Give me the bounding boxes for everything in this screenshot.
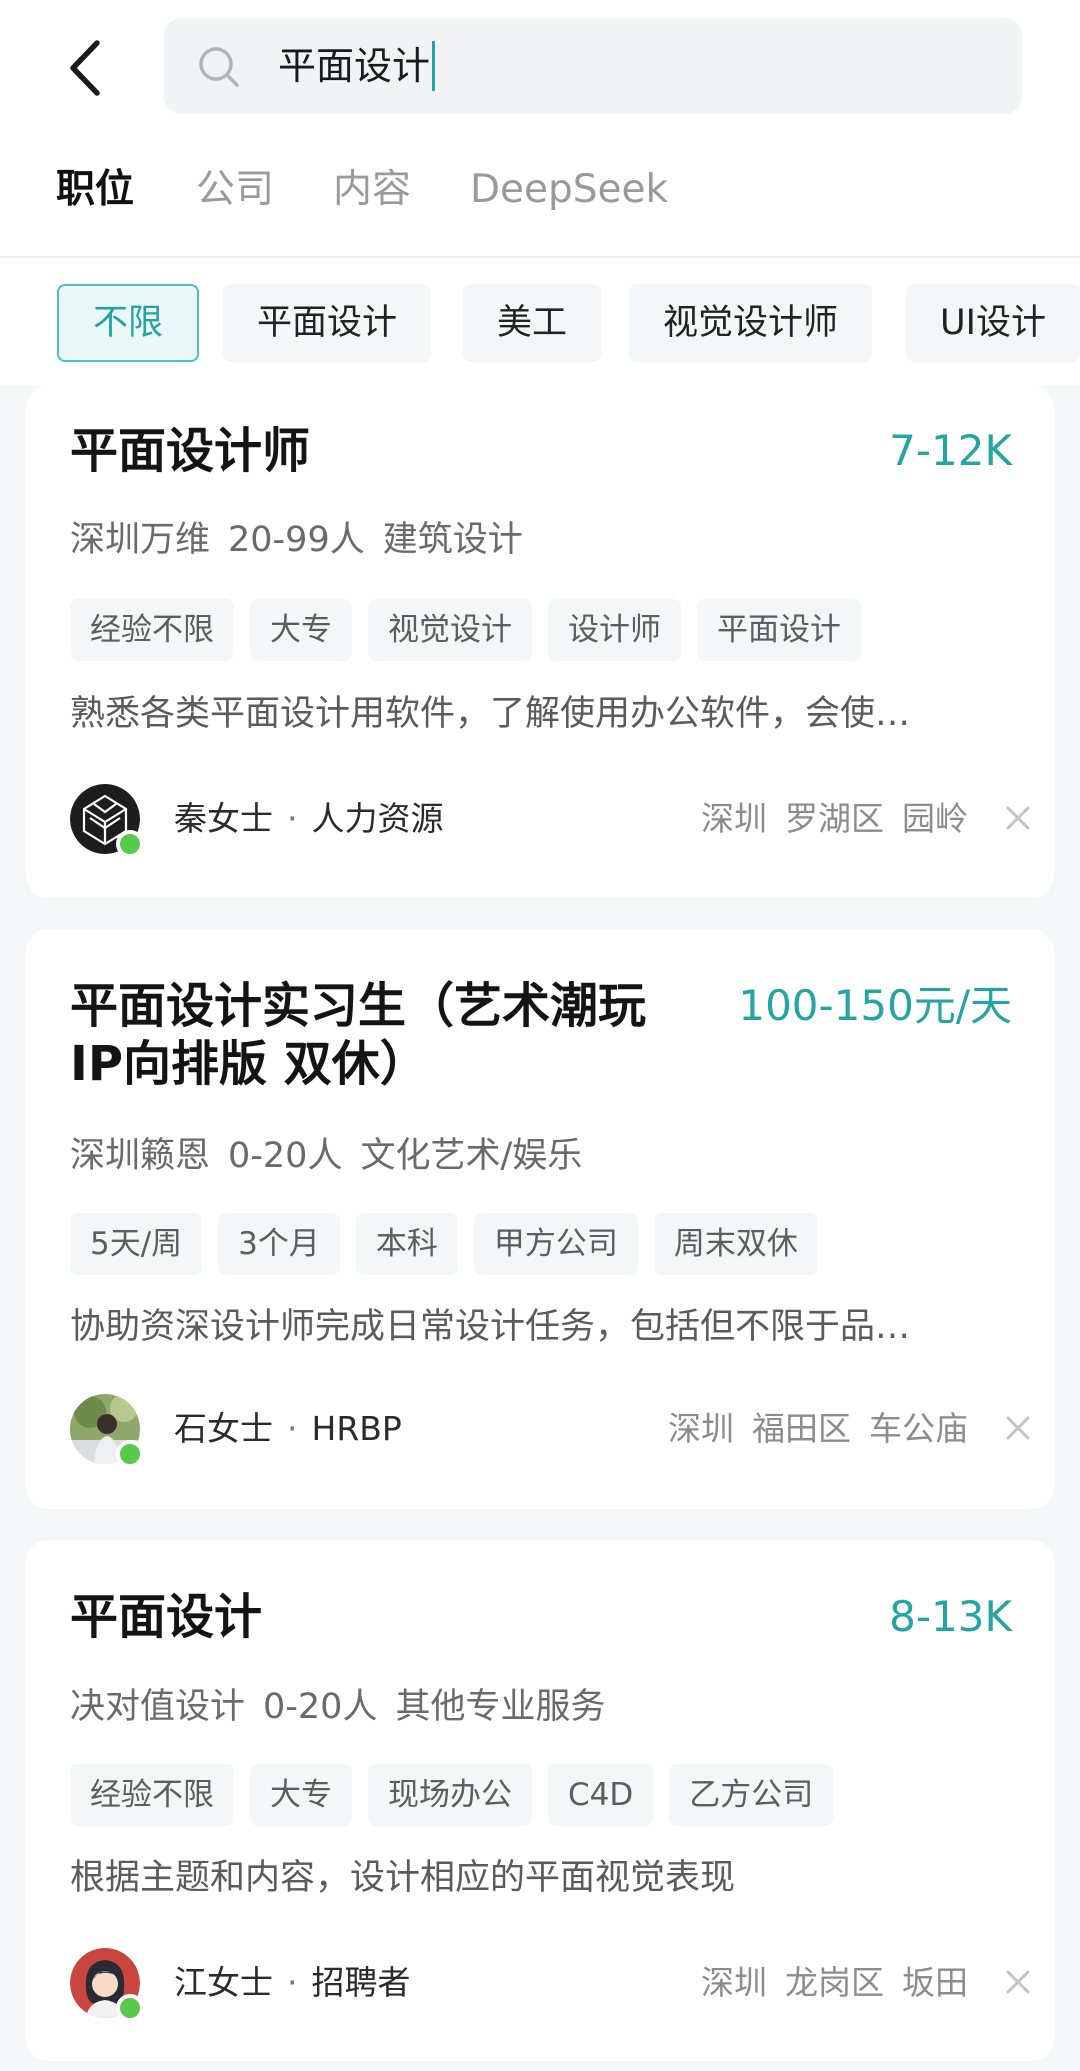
job-title: 平面设计: [70, 1589, 263, 1645]
separator: ·: [287, 1409, 298, 1448]
separator: ·: [287, 1963, 298, 2002]
company-name: 决对值设计: [70, 1687, 246, 1727]
job-salary: 7-12K: [889, 426, 1012, 475]
job-tag: 3个月: [218, 1213, 340, 1275]
job-tag: 视觉设计: [368, 599, 532, 661]
job-card[interactable]: 平面设计实习生（艺术潮玩 IP向排版 双休） 100-150元/天 深圳籁恩 0-…: [26, 929, 1054, 1509]
recruiter-row: 秦女士 · 人力资源 深圳 罗湖区 园岭: [70, 784, 1038, 858]
job-location: 深圳 罗湖区 园岭: [683, 792, 968, 846]
recruiter-name: 石女士: [174, 1409, 273, 1448]
location-district: 福田区: [752, 1409, 851, 1448]
job-tag: 大专: [250, 1764, 352, 1826]
job-tag: 设计师: [548, 599, 681, 661]
company-industry: 建筑设计: [382, 520, 523, 560]
company-info: 深圳籁恩 0-20人 文化艺术/娱乐: [70, 1132, 600, 1180]
location-area: 园岭: [902, 799, 968, 838]
location-city: 深圳: [701, 1963, 767, 2002]
location-city: 深圳: [668, 1409, 734, 1448]
job-tag: 本科: [355, 1213, 458, 1275]
search-query: 平面设计: [278, 44, 431, 88]
company-industry: 其他专业服务: [395, 1687, 606, 1727]
job-description: 协助资深设计师完成日常设计任务，包括但不限于品…: [70, 1307, 911, 1347]
close-icon[interactable]: [998, 1408, 1038, 1448]
job-tags: 5天/周 3个月 本科 甲方公司 周末双休: [70, 1213, 834, 1275]
company-industry: 文化艺术/娱乐: [360, 1136, 583, 1176]
search-input[interactable]: 平面设计: [164, 18, 1022, 114]
job-location: 深圳 福田区 车公庙: [650, 1402, 968, 1456]
job-tag: 现场办公: [368, 1764, 532, 1826]
location-city: 深圳: [701, 799, 767, 838]
recruiter-role: 人力资源: [311, 799, 444, 838]
filter-chip-graphic-design[interactable]: 平面设计: [223, 284, 432, 362]
job-title-line-2: IP向排版 双休）: [70, 1036, 428, 1092]
close-icon[interactable]: [998, 1962, 1038, 2002]
recruiter-name: 江女士: [174, 1963, 273, 2002]
location-area: 车公庙: [869, 1409, 968, 1448]
online-status-icon: [116, 1440, 144, 1468]
back-button[interactable]: [50, 28, 120, 108]
company-name: 深圳万维: [70, 520, 211, 560]
job-location: 深圳 龙岗区 坂田: [683, 1956, 968, 2010]
job-tag: 平面设计: [697, 599, 861, 661]
filter-chip-visual-designer[interactable]: 视觉设计师: [629, 284, 873, 362]
recruiter-row: 石女士 · HRBP 深圳 福田区 车公庙: [70, 1394, 1038, 1468]
company-size: 0-20人: [228, 1136, 343, 1176]
job-description: 熟悉各类平面设计用软件，了解使用办公软件，会使…: [70, 694, 911, 734]
job-tag: 经验不限: [70, 1764, 234, 1826]
job-tag: 甲方公司: [473, 1213, 638, 1275]
job-card[interactable]: 平面设计 8-13K 决对值设计 0-20人 其他专业服务 经验不限 大专 现场办公 C4…: [26, 1540, 1054, 2061]
job-tags: 经验不限 大专 现场办公 C4D 乙方公司: [70, 1764, 849, 1826]
job-tag: C4D: [548, 1764, 654, 1826]
filter-chip-artist[interactable]: 美工: [463, 284, 602, 362]
company-info: 深圳万维 20-99人 建筑设计: [70, 516, 541, 564]
company-size: 20-99人: [228, 520, 365, 560]
location-area: 坂田: [902, 1963, 968, 2002]
online-status-icon: [116, 1994, 144, 2022]
close-icon[interactable]: [998, 798, 1038, 838]
company-info: 决对值设计 0-20人 其他专业服务: [70, 1683, 623, 1731]
location-district: 龙岗区: [785, 1963, 884, 2002]
job-description: 根据主题和内容，设计相应的平面视觉表现: [70, 1858, 736, 1898]
tab-deepseek[interactable]: DeepSeek: [470, 160, 668, 220]
job-tag: 经验不限: [70, 599, 234, 661]
tab-companies[interactable]: 公司: [196, 160, 274, 220]
search-query-wrap: 平面设计: [278, 40, 436, 94]
online-status-icon: [116, 830, 144, 858]
recruiter-info: 石女士 · HRBP: [174, 1402, 402, 1456]
job-tag: 5天/周: [70, 1213, 203, 1275]
company-size: 0-20人: [263, 1687, 378, 1727]
text-caret: [432, 40, 436, 91]
recruiter-role: HRBP: [311, 1409, 402, 1448]
tab-content[interactable]: 内容: [333, 160, 411, 220]
result-tabs: 职位 公司 内容 DeepSeek: [0, 160, 1080, 230]
filter-chips: 不限 平面设计 美工 视觉设计师 UI设计: [0, 258, 1080, 386]
job-tag: 乙方公司: [669, 1764, 834, 1826]
job-tag: 大专: [250, 599, 352, 661]
job-salary: 100-150元/天: [738, 981, 1012, 1030]
tab-positions[interactable]: 职位: [56, 160, 134, 220]
job-tags: 经验不限 大专 视觉设计 设计师 平面设计: [70, 599, 877, 661]
filter-chip-ui-design[interactable]: UI设计: [906, 284, 1080, 362]
separator: ·: [287, 799, 298, 838]
search-icon: [199, 47, 239, 87]
recruiter-role: 招聘者: [311, 1963, 411, 2002]
recruiter-info: 秦女士 · 人力资源: [174, 792, 444, 846]
job-salary: 8-13K: [889, 1592, 1012, 1641]
company-name: 深圳籁恩: [70, 1136, 211, 1176]
location-district: 罗湖区: [785, 799, 884, 838]
job-title-line-1: 平面设计实习生（艺术潮玩: [70, 978, 647, 1034]
chevron-left-icon: [70, 40, 100, 96]
recruiter-row: 江女士 · 招聘者 深圳 龙岗区 坂田: [70, 1948, 1038, 2022]
job-tag: 周末双休: [653, 1213, 818, 1275]
recruiter-name: 秦女士: [174, 799, 273, 838]
job-card[interactable]: 平面设计师 7-12K 深圳万维 20-99人 建筑设计 经验不限 大专 视觉设计 设计师…: [26, 386, 1054, 898]
job-title: 平面设计师: [70, 423, 311, 479]
search-header: 平面设计 职位 公司 内容 DeepSeek: [0, 0, 1080, 258]
filter-chip-unlimited[interactable]: 不限: [57, 284, 200, 362]
recruiter-info: 江女士 · 招聘者: [174, 1956, 411, 2010]
